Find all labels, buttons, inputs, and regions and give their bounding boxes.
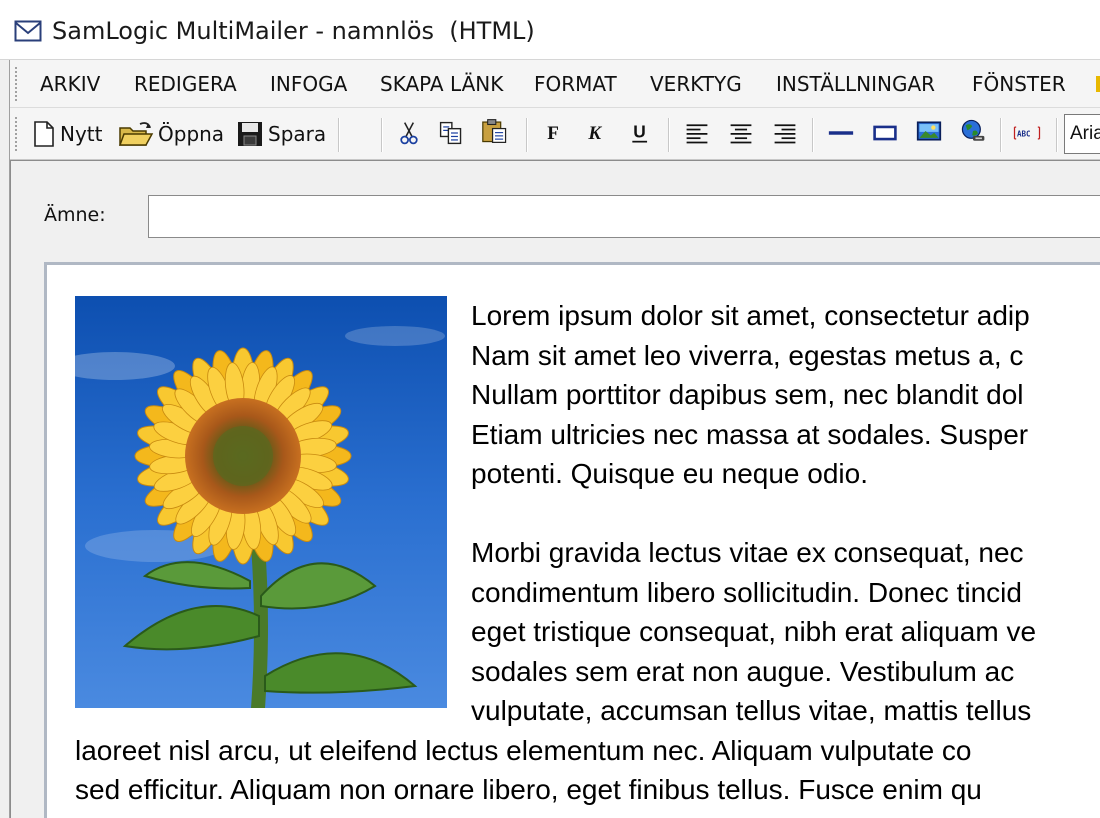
envelope-icon bbox=[14, 20, 42, 42]
menu-infoga[interactable]: INFOGA bbox=[270, 72, 347, 96]
editor-content[interactable]: Lorem ipsum dolor sit amet, consectetur … bbox=[75, 296, 1100, 810]
menu-installningar[interactable]: INSTÄLLNINGAR bbox=[776, 72, 935, 96]
toolbar-separator bbox=[812, 118, 813, 152]
open-button[interactable]: Öppna bbox=[118, 116, 224, 152]
menu-skapa-lank[interactable]: SKAPA LÄNK bbox=[380, 72, 503, 96]
menu-format[interactable]: FORMAT bbox=[534, 72, 617, 96]
subject-label: Ämne: bbox=[44, 204, 106, 226]
window-left-border bbox=[0, 60, 10, 818]
toolbar-separator bbox=[526, 118, 527, 152]
open-button-label: Öppna bbox=[158, 122, 225, 146]
align-left-icon[interactable] bbox=[682, 120, 712, 146]
horizontal-line-icon[interactable] bbox=[826, 120, 856, 146]
menu-verktyg[interactable]: VERKTYG bbox=[650, 72, 742, 96]
align-center-icon[interactable] bbox=[726, 120, 756, 146]
new-button[interactable]: Nytt bbox=[32, 116, 102, 152]
bold-icon[interactable]: F bbox=[540, 120, 570, 146]
underline-icon[interactable]: U bbox=[626, 120, 656, 146]
copy-icon[interactable] bbox=[436, 120, 466, 146]
menu-fonster[interactable]: FÖNSTER bbox=[972, 72, 1066, 96]
subject-input[interactable] bbox=[148, 195, 1100, 238]
rectangle-icon[interactable] bbox=[870, 120, 900, 146]
globe-link-icon[interactable] bbox=[958, 118, 988, 144]
svg-text:F: F bbox=[547, 123, 559, 144]
menu-redigera[interactable]: REDIGERA bbox=[134, 72, 237, 96]
font-select[interactable]: Arial bbox=[1064, 114, 1100, 154]
toolbar-grip[interactable] bbox=[14, 116, 18, 152]
new-button-label: Nytt bbox=[60, 122, 103, 146]
cut-icon[interactable] bbox=[394, 120, 424, 146]
save-disk-icon bbox=[238, 122, 262, 146]
menubar-grip[interactable] bbox=[14, 66, 18, 102]
toolbar-separator bbox=[1000, 118, 1001, 152]
toolbar-separator bbox=[381, 118, 382, 152]
open-folder-icon bbox=[118, 122, 154, 146]
save-button[interactable]: Spara bbox=[236, 116, 326, 152]
window-title: SamLogic MultiMailer - namnlös (HTML) bbox=[52, 17, 535, 45]
spellcheck-icon[interactable]: ABC bbox=[1012, 120, 1042, 146]
menu-overflow-marker bbox=[1096, 76, 1100, 92]
paste-icon[interactable] bbox=[480, 118, 510, 144]
svg-text:K: K bbox=[587, 123, 602, 144]
new-document-icon bbox=[34, 121, 54, 147]
toolbar-separator bbox=[338, 118, 339, 152]
italic-icon[interactable]: K bbox=[582, 120, 612, 146]
text-line: sed efficitur. Aliquam non ornare libero… bbox=[75, 774, 982, 805]
menu-arkiv[interactable]: ARKIV bbox=[40, 72, 100, 96]
align-right-icon[interactable] bbox=[770, 120, 800, 146]
svg-text:ABC: ABC bbox=[1017, 129, 1031, 138]
toolbar-separator bbox=[1056, 118, 1057, 152]
toolbar-separator bbox=[668, 118, 669, 152]
svg-text:U: U bbox=[633, 121, 646, 141]
title-bar: SamLogic MultiMailer - namnlös (HTML) bbox=[0, 0, 1100, 60]
save-button-label: Spara bbox=[268, 122, 327, 146]
html-editor[interactable]: Lorem ipsum dolor sit amet, consectetur … bbox=[44, 262, 1100, 818]
sunflower-image[interactable] bbox=[75, 296, 447, 708]
text-line: laoreet nisl arcu, ut eleifend lectus el… bbox=[75, 734, 972, 766]
image-icon[interactable] bbox=[914, 118, 944, 144]
